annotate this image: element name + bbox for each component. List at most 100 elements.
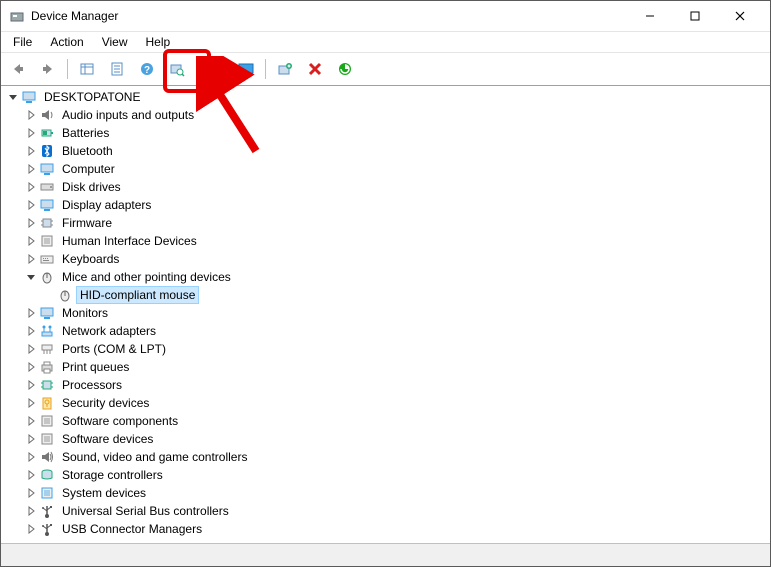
- update-driver-button[interactable]: [203, 56, 229, 82]
- chevron-right-icon[interactable]: [25, 379, 37, 391]
- cpu-icon: [39, 377, 55, 393]
- svg-text:?: ?: [144, 65, 150, 76]
- device-tree[interactable]: DESKTOPATONEAudio inputs and outputsBatt…: [1, 86, 770, 543]
- tree-category[interactable]: Universal Serial Bus controllers: [5, 502, 766, 520]
- chevron-right-icon[interactable]: [25, 253, 37, 265]
- chevron-right-icon[interactable]: [25, 217, 37, 229]
- network-icon: [39, 323, 55, 339]
- tree-category[interactable]: Security devices: [5, 394, 766, 412]
- tree-category[interactable]: Mice and other pointing devices: [5, 268, 766, 286]
- chevron-right-icon[interactable]: [25, 199, 37, 211]
- chevron-right-icon[interactable]: [25, 343, 37, 355]
- minimize-button[interactable]: [627, 2, 672, 30]
- chevron-down-icon[interactable]: [25, 271, 37, 283]
- tree-category[interactable]: Audio inputs and outputs: [5, 106, 766, 124]
- ports-icon: [39, 341, 55, 357]
- tree-category[interactable]: Network adapters: [5, 322, 766, 340]
- tree-category[interactable]: Disk drives: [5, 178, 766, 196]
- tree-category[interactable]: Display adapters: [5, 196, 766, 214]
- tree-category[interactable]: System devices: [5, 484, 766, 502]
- tree-category-label: Firmware: [59, 215, 115, 231]
- menu-view[interactable]: View: [94, 33, 136, 51]
- enable-device-button[interactable]: [233, 56, 259, 82]
- chevron-right-icon[interactable]: [25, 109, 37, 121]
- help-button[interactable]: ?: [134, 56, 160, 82]
- chevron-right-icon[interactable]: [25, 469, 37, 481]
- security-icon: [39, 395, 55, 411]
- tree-category[interactable]: Keyboards: [5, 250, 766, 268]
- softdev-icon: [39, 431, 55, 447]
- tree-category[interactable]: USB Connector Managers: [5, 520, 766, 538]
- refresh-button[interactable]: [332, 56, 358, 82]
- chevron-down-icon[interactable]: [7, 91, 19, 103]
- chevron-right-icon[interactable]: [25, 433, 37, 445]
- chevron-right-icon[interactable]: [25, 181, 37, 193]
- tree-category[interactable]: Monitors: [5, 304, 766, 322]
- tree-category[interactable]: Human Interface Devices: [5, 232, 766, 250]
- tree-root[interactable]: DESKTOPATONE: [5, 88, 766, 106]
- tree-device[interactable]: HID-compliant mouse: [5, 286, 766, 304]
- properties-button[interactable]: [104, 56, 130, 82]
- chevron-right-icon[interactable]: [25, 163, 37, 175]
- tree-category-label: Storage controllers: [59, 467, 166, 483]
- chevron-right-icon[interactable]: [25, 145, 37, 157]
- chevron-right-icon[interactable]: [25, 307, 37, 319]
- tree-device-label: HID-compliant mouse: [77, 287, 198, 303]
- toolbar-separator: [265, 59, 266, 79]
- tree-category-label: Security devices: [59, 395, 152, 411]
- chevron-right-icon[interactable]: [25, 487, 37, 499]
- add-hardware-button[interactable]: [272, 56, 298, 82]
- tree-category-label: Batteries: [59, 125, 112, 141]
- tree-category[interactable]: Print queues: [5, 358, 766, 376]
- tree-category-label: Computer: [59, 161, 118, 177]
- tree-category[interactable]: Batteries: [5, 124, 766, 142]
- show-hidden-button[interactable]: [74, 56, 100, 82]
- tree-category-label: System devices: [59, 485, 149, 501]
- tree-category-label: Display adapters: [59, 197, 154, 213]
- sound-icon: [39, 449, 55, 465]
- firmware-icon: [39, 215, 55, 231]
- disk-icon: [39, 179, 55, 195]
- scan-button[interactable]: [164, 56, 190, 82]
- tree-category[interactable]: Processors: [5, 376, 766, 394]
- chevron-right-icon[interactable]: [25, 325, 37, 337]
- printer-icon: [39, 359, 55, 375]
- menu-action[interactable]: Action: [42, 33, 91, 51]
- close-button[interactable]: [717, 2, 762, 30]
- chevron-right-icon[interactable]: [25, 235, 37, 247]
- display-icon: [39, 197, 55, 213]
- tree-category-label: Bluetooth: [59, 143, 116, 159]
- chevron-right-icon[interactable]: [25, 361, 37, 373]
- tree-category-label: Monitors: [59, 305, 111, 321]
- tree-category-label: Mice and other pointing devices: [59, 269, 234, 285]
- tree-category[interactable]: Firmware: [5, 214, 766, 232]
- chevron-right-icon[interactable]: [25, 523, 37, 535]
- tree-category[interactable]: Bluetooth: [5, 142, 766, 160]
- chevron-right-icon[interactable]: [25, 505, 37, 517]
- tree-category[interactable]: Storage controllers: [5, 466, 766, 484]
- tree-category-label: Software devices: [59, 431, 156, 447]
- tree-category-label: Keyboards: [59, 251, 122, 267]
- forward-button[interactable]: [35, 56, 61, 82]
- tree-category-label: Ports (COM & LPT): [59, 341, 169, 357]
- window-title: Device Manager: [31, 9, 627, 23]
- tree-category[interactable]: Sound, video and game controllers: [5, 448, 766, 466]
- back-button[interactable]: [5, 56, 31, 82]
- tree-category[interactable]: Computer: [5, 160, 766, 178]
- chevron-right-icon[interactable]: [25, 127, 37, 139]
- toolbar: ?: [1, 52, 770, 86]
- chevron-right-icon[interactable]: [25, 415, 37, 427]
- tree-category[interactable]: Software devices: [5, 430, 766, 448]
- chevron-right-icon[interactable]: [25, 397, 37, 409]
- maximize-button[interactable]: [672, 2, 717, 30]
- audio-icon: [39, 107, 55, 123]
- monitor-icon: [39, 305, 55, 321]
- tree-category[interactable]: Ports (COM & LPT): [5, 340, 766, 358]
- menu-help[interactable]: Help: [138, 33, 179, 51]
- tree-category[interactable]: Software components: [5, 412, 766, 430]
- menubar: File Action View Help: [1, 32, 770, 52]
- menu-file[interactable]: File: [5, 33, 40, 51]
- tree-category-label: Processors: [59, 377, 125, 393]
- uninstall-button[interactable]: [302, 56, 328, 82]
- chevron-right-icon[interactable]: [25, 451, 37, 463]
